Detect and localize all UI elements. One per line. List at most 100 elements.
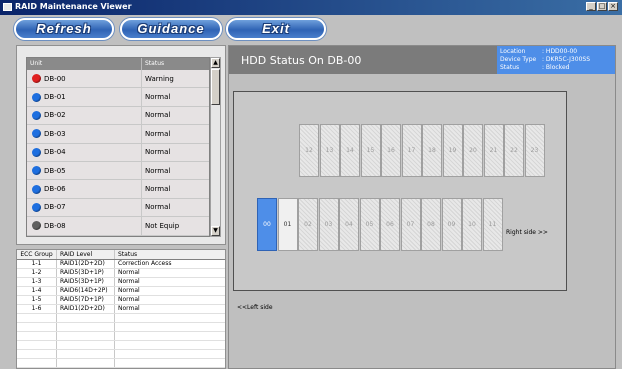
ecc-status-cell xyxy=(115,332,225,340)
ecc-level-cell: RAID5(3D+1P) xyxy=(57,269,115,277)
ecc-row xyxy=(17,350,225,359)
app-icon xyxy=(3,3,12,11)
unit-row[interactable]: DB-00 Warning xyxy=(27,70,209,89)
unit-cell: DB-06 xyxy=(27,180,142,198)
unit-cell: DB-07 xyxy=(27,198,142,217)
unit-name: DB-08 xyxy=(44,221,66,230)
ecc-status-cell: Normal xyxy=(118,287,140,294)
drive-slot[interactable]: 07 xyxy=(400,198,421,251)
ecc-level-cell xyxy=(57,323,115,331)
info-value: : HDD00-00 xyxy=(542,48,578,55)
drive-slot[interactable]: 10 xyxy=(462,198,482,251)
ecc-level-cell: RAID1(2D+2D) xyxy=(57,260,115,268)
unit-cell: DB-01 xyxy=(27,88,142,106)
drive-slot[interactable]: 18 xyxy=(422,124,442,177)
drive-slot[interactable]: 17 xyxy=(401,124,422,177)
status-column-header: Status xyxy=(145,60,165,67)
drive-slot[interactable]: 20 xyxy=(463,124,483,177)
unit-status: Normal xyxy=(145,185,171,194)
unit-row[interactable]: DB-06 Normal xyxy=(27,180,209,199)
ecc-group-column-header: ECC Group xyxy=(17,250,57,259)
unit-row[interactable]: DB-04 Normal xyxy=(27,143,209,162)
info-key: Location xyxy=(500,48,526,55)
unit-row[interactable]: DB-08 Not Equip xyxy=(27,217,209,236)
ecc-group-cell xyxy=(17,323,57,331)
unit-name: DB-00 xyxy=(44,74,66,83)
unit-row[interactable]: DB-02 Normal xyxy=(27,106,209,126)
scroll-thumb[interactable] xyxy=(211,69,220,105)
drive-slot[interactable]: 16 xyxy=(381,124,401,177)
drive-bay-area: Right side >> <<Left side 12 13 14 15 16 17 18… xyxy=(233,91,567,311)
right-side-label: Right side >> xyxy=(506,229,548,236)
drive-slot[interactable]: 14 xyxy=(340,124,360,177)
ecc-group-cell: 1-4 xyxy=(17,287,57,295)
drive-slot-selected[interactable]: 00 xyxy=(257,198,277,251)
info-row: Status: Blocked xyxy=(500,64,612,72)
unit-scrollbar[interactable]: ▲ ▼ xyxy=(210,57,221,237)
drive-slot[interactable]: 03 xyxy=(318,198,339,251)
raid-level-column-header: RAID Level xyxy=(57,250,115,259)
close-button[interactable]: × xyxy=(608,2,618,11)
drive-slot[interactable]: 19 xyxy=(442,124,463,177)
status-dot-icon xyxy=(32,184,41,194)
ecc-row[interactable]: 1-5 RAID5(7D+1P) Normal xyxy=(17,296,225,305)
drive-slot[interactable]: 09 xyxy=(441,198,462,251)
status-dot-icon xyxy=(32,202,41,212)
status-dot-icon xyxy=(32,110,41,120)
ecc-level-cell xyxy=(57,332,115,340)
scroll-down-button[interactable]: ▼ xyxy=(211,226,220,236)
unit-table: Unit Status DB-00 Warning DB-01 Normal DB-02… xyxy=(26,57,210,237)
unit-row[interactable]: DB-05 Normal xyxy=(27,161,209,181)
ecc-row xyxy=(17,359,225,368)
scroll-up-button[interactable]: ▲ xyxy=(211,58,220,68)
ecc-status-cell xyxy=(115,323,225,331)
ecc-row[interactable]: 1-4 RAID6(14D+2P) Normal xyxy=(17,287,225,296)
drive-slot[interactable]: 15 xyxy=(360,124,381,177)
minimize-button[interactable]: _ xyxy=(586,2,596,11)
ecc-group-cell: 1-1 xyxy=(17,260,57,268)
ecc-status-cell: Normal xyxy=(118,278,140,285)
unit-row[interactable]: DB-07 Normal xyxy=(27,198,209,218)
drive-slot[interactable]: 05 xyxy=(359,198,380,251)
ecc-row[interactable]: 1-2 RAID5(3D+1P) Normal xyxy=(17,269,225,278)
ecc-level-cell: RAID6(14D+2P) xyxy=(57,287,115,295)
ecc-row xyxy=(17,323,225,332)
ecc-group-cell xyxy=(17,341,57,349)
drive-slot[interactable]: 08 xyxy=(421,198,441,251)
unit-panel: Unit Status DB-00 Warning DB-01 Normal DB-02… xyxy=(16,45,226,245)
info-key: Status xyxy=(500,64,520,71)
ecc-level-cell xyxy=(57,314,115,322)
guidance-button[interactable]: Guidance xyxy=(120,18,222,40)
drive-slot[interactable]: 21 xyxy=(483,124,504,177)
drive-slot[interactable]: 04 xyxy=(339,198,359,251)
drive-slot[interactable]: 23 xyxy=(524,124,545,177)
toolbar: Refresh Guidance Exit xyxy=(0,15,622,43)
ecc-row[interactable]: 1-1 RAID1(2D+2D) Correction Access xyxy=(17,260,225,269)
drive-slot[interactable]: 11 xyxy=(482,198,503,251)
unit-row[interactable]: DB-01 Normal xyxy=(27,88,209,107)
unit-table-header: Unit Status xyxy=(27,58,209,70)
drive-slot[interactable]: 12 xyxy=(299,124,319,177)
drive-slot[interactable]: 02 xyxy=(298,198,318,251)
ecc-row xyxy=(17,314,225,323)
unit-column-header: Unit xyxy=(27,58,142,70)
ecc-status-cell xyxy=(115,359,225,367)
ecc-status-cell xyxy=(115,341,225,349)
drive-slot[interactable]: 06 xyxy=(380,198,400,251)
unit-cell: DB-03 xyxy=(27,125,142,143)
ecc-row[interactable]: 1-6 RAID1(2D+2D) Normal xyxy=(17,305,225,314)
exit-button[interactable]: Exit xyxy=(226,18,326,40)
drive-slot[interactable]: 22 xyxy=(504,124,524,177)
ecc-group-cell: 1-3 xyxy=(17,278,57,286)
refresh-button[interactable]: Refresh xyxy=(14,18,114,40)
ecc-group-cell: 1-2 xyxy=(17,269,57,277)
ecc-row[interactable]: 1-3 RAID5(3D+1P) Normal xyxy=(17,278,225,287)
unit-status: Normal xyxy=(145,111,171,120)
status-dot-icon xyxy=(32,74,41,84)
unit-cell: DB-00 xyxy=(27,70,142,88)
unit-row[interactable]: DB-03 Normal xyxy=(27,125,209,144)
maximize-button[interactable]: □ xyxy=(597,2,607,11)
drive-slot[interactable]: 13 xyxy=(319,124,340,177)
drive-slot[interactable]: 01 xyxy=(277,198,298,251)
ecc-level-cell: RAID5(3D+1P) xyxy=(57,278,115,286)
